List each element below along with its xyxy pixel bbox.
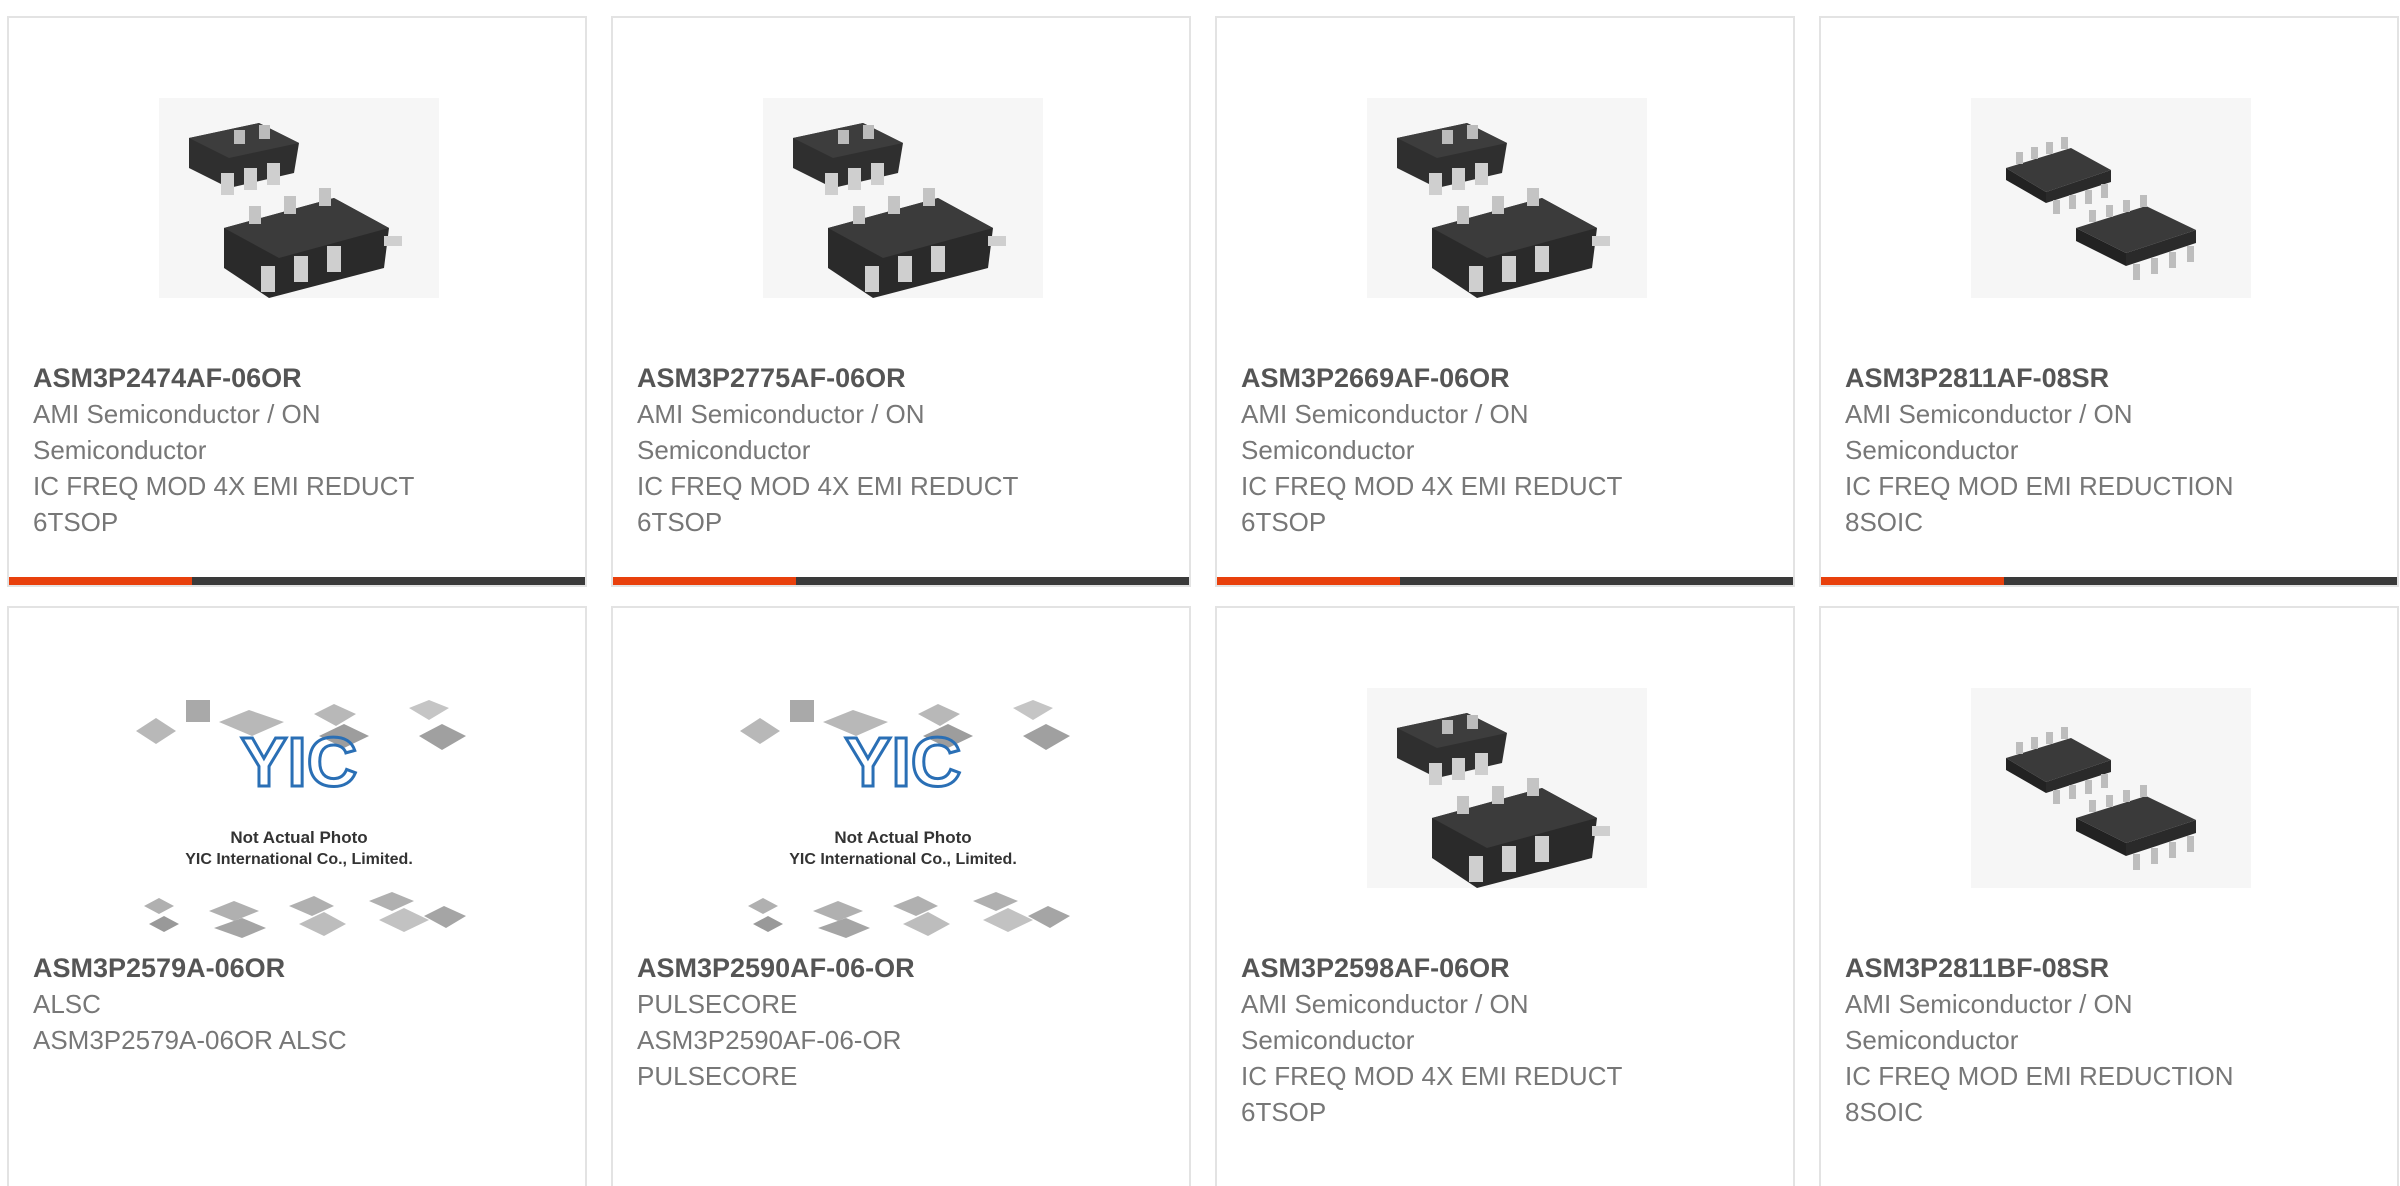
product-description-cont: 6TSOP bbox=[1241, 1097, 1327, 1127]
card-accent-bar bbox=[9, 577, 192, 585]
product-description: ASM3P2579A-06OR ALSC bbox=[33, 1025, 347, 1055]
card-bottom-bar bbox=[613, 577, 1189, 585]
manufacturer-name-cont: Semiconductor bbox=[1241, 1025, 1415, 1055]
part-number-link[interactable]: ASM3P2775AF-06OR bbox=[637, 360, 1137, 396]
yic-logo: YIC bbox=[845, 723, 962, 801]
product-details: AMI Semiconductor / ON Semiconductor IC FR… bbox=[1241, 396, 1741, 540]
product-details: AMI Semiconductor / ON Semiconductor IC FR… bbox=[33, 396, 533, 540]
manufacturer-name: AMI Semiconductor / ON bbox=[33, 399, 321, 429]
product-description-cont: 6TSOP bbox=[637, 507, 723, 537]
product-info: ASM3P2474AF-06OR AMI Semiconductor / ON Se… bbox=[33, 360, 533, 540]
product-info: ASM3P2669AF-06OR AMI Semiconductor / ON Se… bbox=[1241, 360, 1741, 540]
part-number-link[interactable]: ASM3P2811AF-08SR bbox=[1845, 360, 2345, 396]
manufacturer-name-cont: Semiconductor bbox=[33, 435, 207, 465]
product-card[interactable]: ASM3P2669AF-06OR AMI Semiconductor / ON Se… bbox=[1215, 16, 1795, 587]
part-number-link[interactable]: ASM3P2590AF-06-OR bbox=[637, 950, 1137, 986]
product-description-cont: 6TSOP bbox=[33, 507, 119, 537]
product-details: AMI Semiconductor / ON Semiconductor IC FR… bbox=[1845, 396, 2345, 540]
product-info: ASM3P2579A-06OR ALSC ASM3P2579A-06OR ALSC bbox=[33, 950, 533, 1058]
product-image[interactable] bbox=[1357, 678, 1657, 898]
part-number-link[interactable]: ASM3P2474AF-06OR bbox=[33, 360, 533, 396]
manufacturer-name-cont: Semiconductor bbox=[1845, 435, 2019, 465]
placeholder-caption-2: YIC International Co., Limited. bbox=[185, 851, 413, 868]
placeholder-caption-1: Not Actual Photo bbox=[230, 828, 367, 847]
product-card[interactable]: ASM3P2811AF-08SR AMI Semiconductor / ON Se… bbox=[1819, 16, 2399, 587]
card-bottom-bar bbox=[1821, 577, 2397, 585]
product-card[interactable]: YIC Not Actual Photo YIC International Co.… bbox=[611, 606, 1191, 1186]
product-description: IC FREQ MOD EMI REDUCTION bbox=[1845, 471, 2234, 501]
manufacturer-name-cont: Semiconductor bbox=[637, 435, 811, 465]
part-number-link[interactable]: ASM3P2669AF-06OR bbox=[1241, 360, 1741, 396]
product-details: AMI Semiconductor / ON Semiconductor IC FR… bbox=[1241, 986, 1741, 1130]
product-grid: ASM3P2474AF-06OR AMI Semiconductor / ON Se… bbox=[0, 0, 2400, 1186]
product-details: AMI Semiconductor / ON Semiconductor IC FR… bbox=[637, 396, 1137, 540]
product-info: ASM3P2590AF-06-OR PULSECORE ASM3P2590AF-06… bbox=[637, 950, 1137, 1094]
product-details: ALSC ASM3P2579A-06OR ALSC bbox=[33, 986, 533, 1058]
product-details: AMI Semiconductor / ON Semiconductor IC FR… bbox=[1845, 986, 2345, 1130]
product-description: IC FREQ MOD 4X EMI REDUCT bbox=[1241, 471, 1623, 501]
product-card[interactable]: ASM3P2811BF-08SR AMI Semiconductor / ON Se… bbox=[1819, 606, 2399, 1186]
manufacturer-name: AMI Semiconductor / ON bbox=[1845, 399, 2133, 429]
product-info: ASM3P2775AF-06OR AMI Semiconductor / ON Se… bbox=[637, 360, 1137, 540]
product-description-cont: PULSECORE bbox=[637, 1061, 798, 1091]
card-accent-bar bbox=[1217, 577, 1400, 585]
card-accent-bar bbox=[613, 577, 796, 585]
card-bottom-bar bbox=[9, 577, 585, 585]
product-card[interactable]: ASM3P2474AF-06OR AMI Semiconductor / ON Se… bbox=[7, 16, 587, 587]
manufacturer-name: PULSECORE bbox=[637, 989, 798, 1019]
manufacturer-name: AMI Semiconductor / ON bbox=[1241, 989, 1529, 1019]
product-info: ASM3P2598AF-06OR AMI Semiconductor / ON Se… bbox=[1241, 950, 1741, 1130]
product-image[interactable] bbox=[149, 88, 449, 308]
part-number-link[interactable]: ASM3P2579A-06OR bbox=[33, 950, 533, 986]
product-image[interactable] bbox=[1961, 678, 2261, 898]
part-number-link[interactable]: ASM3P2598AF-06OR bbox=[1241, 950, 1741, 986]
manufacturer-name-cont: Semiconductor bbox=[1845, 1025, 2019, 1055]
yic-logo: YIC bbox=[241, 723, 358, 801]
placeholder-product-image[interactable]: YIC Not Actual Photo YIC International Co.… bbox=[124, 696, 474, 941]
placeholder-product-image[interactable]: YIC Not Actual Photo YIC International Co.… bbox=[728, 696, 1078, 941]
manufacturer-name: AMI Semiconductor / ON bbox=[1845, 989, 2133, 1019]
card-bottom-bar bbox=[1217, 577, 1793, 585]
placeholder-caption-2: YIC International Co., Limited. bbox=[789, 851, 1017, 868]
product-description: IC FREQ MOD 4X EMI REDUCT bbox=[637, 471, 1019, 501]
manufacturer-name: AMI Semiconductor / ON bbox=[637, 399, 925, 429]
product-info: ASM3P2811BF-08SR AMI Semiconductor / ON Se… bbox=[1845, 950, 2345, 1130]
product-description-cont: 8SOIC bbox=[1845, 1097, 1924, 1127]
product-description-cont: 6TSOP bbox=[1241, 507, 1327, 537]
placeholder-caption-1: Not Actual Photo bbox=[834, 828, 971, 847]
product-description: IC FREQ MOD 4X EMI REDUCT bbox=[1241, 1061, 1623, 1091]
part-number-link[interactable]: ASM3P2811BF-08SR bbox=[1845, 950, 2345, 986]
card-accent-bar bbox=[1821, 577, 2004, 585]
product-description: IC FREQ MOD 4X EMI REDUCT bbox=[33, 471, 415, 501]
product-info: ASM3P2811AF-08SR AMI Semiconductor / ON Se… bbox=[1845, 360, 2345, 540]
product-image[interactable] bbox=[1961, 88, 2261, 308]
product-image[interactable] bbox=[753, 88, 1053, 308]
product-card[interactable]: ASM3P2598AF-06OR AMI Semiconductor / ON Se… bbox=[1215, 606, 1795, 1186]
manufacturer-name: AMI Semiconductor / ON bbox=[1241, 399, 1529, 429]
manufacturer-name-cont: Semiconductor bbox=[1241, 435, 1415, 465]
product-details: PULSECORE ASM3P2590AF-06-OR PULSECORE bbox=[637, 986, 1137, 1094]
product-description: ASM3P2590AF-06-OR bbox=[637, 1025, 902, 1055]
product-description: IC FREQ MOD EMI REDUCTION bbox=[1845, 1061, 2234, 1091]
product-card[interactable]: YIC Not Actual Photo YIC International Co.… bbox=[7, 606, 587, 1186]
manufacturer-name: ALSC bbox=[33, 989, 101, 1019]
product-image[interactable] bbox=[1357, 88, 1657, 308]
product-description-cont: 8SOIC bbox=[1845, 507, 1924, 537]
product-card[interactable]: ASM3P2775AF-06OR AMI Semiconductor / ON Se… bbox=[611, 16, 1191, 587]
